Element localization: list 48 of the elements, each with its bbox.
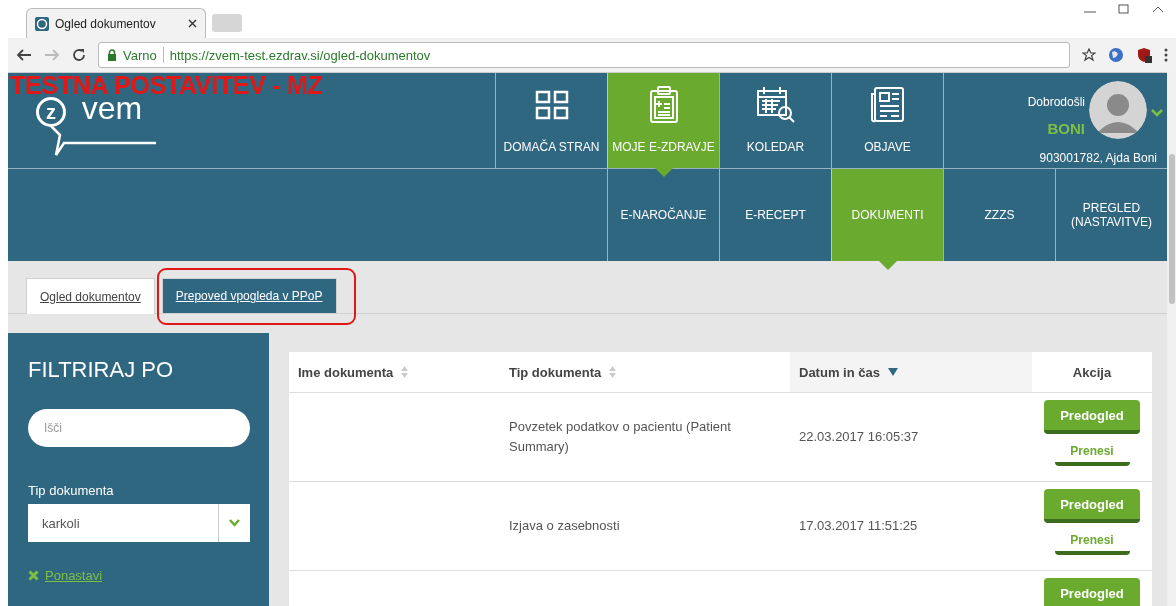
document-type-dropdown[interactable]: karkoli — [28, 504, 250, 542]
logo-mark[interactable]: z — [36, 97, 66, 127]
user-id-text: 903001782, Ajda Boni — [1039, 151, 1158, 167]
nav-item[interactable]: KOLEDAR — [719, 73, 831, 168]
shield-icon[interactable] — [1136, 47, 1152, 63]
star-icon[interactable] — [1082, 48, 1096, 62]
collapse-icon[interactable] — [1152, 4, 1164, 14]
chevron-down-icon[interactable] — [1151, 109, 1163, 117]
document-type-text: Izjava o zasebnosti — [509, 517, 620, 535]
column-header[interactable]: Ime dokumenta — [289, 352, 500, 392]
reload-icon[interactable] — [72, 48, 86, 62]
clipboard-icon — [648, 86, 679, 124]
search-field[interactable]: Išči — [28, 409, 250, 447]
filter-title: FILTRIRAJ PO — [28, 357, 175, 383]
cross-icon — [28, 570, 39, 581]
menu-icon[interactable] — [1164, 48, 1168, 62]
close-icon[interactable] — [188, 19, 197, 28]
back-icon[interactable] — [16, 48, 32, 62]
date-time-text: 17.03.2017 11:51:25 — [799, 517, 918, 535]
newspaper-icon — [869, 86, 906, 124]
column-header: Akcija — [1071, 363, 1113, 382]
lock-icon — [107, 49, 117, 61]
globe-icon[interactable] — [1108, 47, 1124, 63]
grid-icon — [534, 90, 569, 120]
date-time-text: 22.03.2017 16:05:37 — [799, 428, 919, 446]
page-tab[interactable]: Ogled dokumentov — [26, 278, 155, 314]
column-header[interactable]: Tip dokumenta — [500, 352, 790, 392]
browser-tab[interactable]: Ogled dokumentov — [26, 8, 206, 38]
pointer-icon — [878, 261, 897, 270]
avatar-icon[interactable] — [1089, 81, 1147, 139]
column-header[interactable]: Datum in čas — [790, 352, 1032, 392]
nav-item[interactable]: OBJAVE — [831, 73, 943, 168]
user-name: BONI — [1047, 119, 1085, 139]
greeting-text: Dobrodošli — [1027, 95, 1085, 111]
pointer-icon — [654, 168, 673, 177]
heartbeat-line-icon — [46, 123, 156, 157]
filter-label: Tip dokumenta — [28, 483, 115, 498]
address-bar[interactable]: Varno https://zvem-test.ezdrav.si/ogled-dokumentov — [98, 42, 1070, 68]
url-text: https://zvem-test.ezdrav.si/ogled-dokumentov — [169, 47, 431, 63]
page-tab[interactable]: Prepoved vpogleda v PPoP — [161, 278, 337, 313]
sort-descending-icon[interactable] — [887, 368, 898, 376]
security-label: Varno — [123, 47, 157, 63]
calendar-search-icon — [755, 86, 796, 124]
scrollbar[interactable] — [1167, 72, 1176, 606]
chevron-down-icon — [229, 519, 240, 527]
maximize-icon[interactable] — [1118, 4, 1130, 14]
site-icon — [35, 16, 49, 31]
document-type-text: Povzetek podatkov o pacientu (Patient Summary) — [509, 418, 732, 456]
